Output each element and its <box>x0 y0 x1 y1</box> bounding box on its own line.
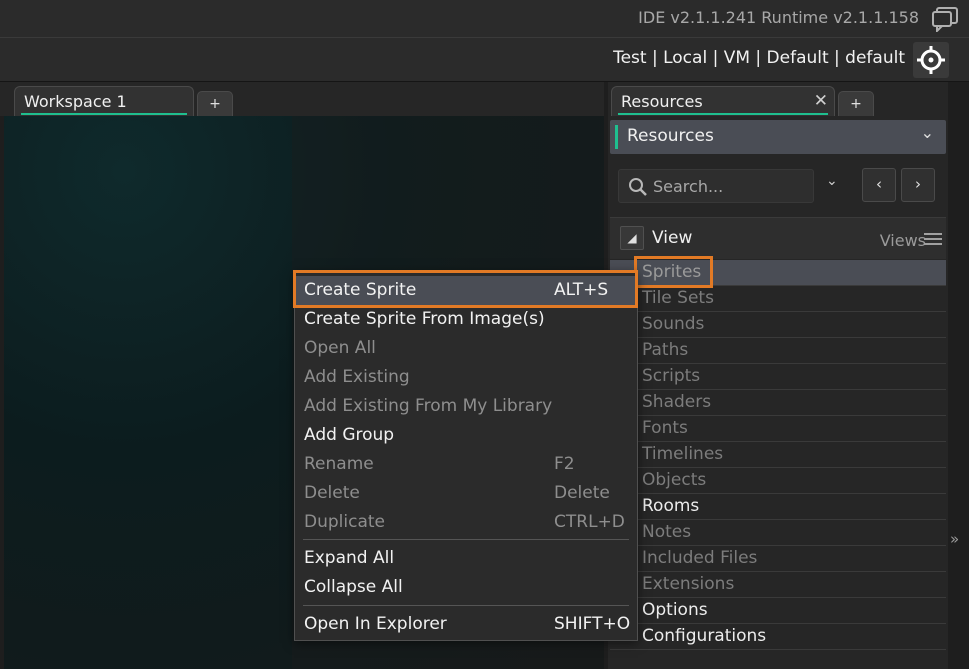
menu-item-label: Open All <box>304 338 376 358</box>
menu-item-shortcut: SHIFT+O <box>554 614 631 634</box>
menu-item-label: Duplicate <box>304 512 385 532</box>
add-workspace-tab-button[interactable]: + <box>197 91 233 116</box>
tree-item-timelines[interactable]: Timelines <box>610 442 946 468</box>
menu-item-label: Add Group <box>304 425 395 445</box>
tree-item-label: Sprites <box>642 262 702 282</box>
tree-item-tile-sets[interactable]: Tile Sets <box>610 286 946 312</box>
search-box <box>618 169 814 203</box>
menu-item-add-existing[interactable]: Add Existing <box>295 363 637 392</box>
tree-item-extensions[interactable]: Extensions <box>610 572 946 598</box>
dropdown-label: Resources <box>627 126 714 146</box>
search-icon <box>629 178 647 196</box>
tree-item-label: Rooms <box>642 496 700 516</box>
menu-item-rename[interactable]: Rename F2 <box>295 450 637 479</box>
version-label: IDE v2.1.1.241 Runtime v2.1.1.158 <box>638 8 919 27</box>
chevron-down-icon: ⌄ <box>920 123 934 142</box>
menu-separator <box>303 605 629 606</box>
menu-item-label: Create Sprite From Image(s) <box>304 309 545 329</box>
tree-item-label: Tile Sets <box>642 288 714 308</box>
tab-label: Workspace 1 <box>24 92 127 111</box>
tab-resources[interactable]: Resources ✕ <box>611 86 835 116</box>
tree-item-sprites[interactable]: Sprites <box>610 260 946 286</box>
tree-item-objects[interactable]: Objects <box>610 468 946 494</box>
target-selector[interactable]: Test | Local | VM | Default | default <box>613 48 905 68</box>
menu-item-label: Delete <box>304 483 360 503</box>
tab-workspace-1[interactable]: Workspace 1 <box>14 86 194 116</box>
views-menu[interactable]: Views <box>880 231 926 250</box>
tree-item-label: Included Files <box>642 548 758 568</box>
tree-item-scripts[interactable]: Scripts <box>610 364 946 390</box>
view-header: ◢ View Views <box>610 217 946 259</box>
tree-item-included-files[interactable]: Included Files <box>610 546 946 572</box>
search-input[interactable] <box>653 174 808 198</box>
tree-item-options[interactable]: ›Options <box>610 598 946 624</box>
tree-item-label: Timelines <box>642 444 724 464</box>
tree-item-label: Scripts <box>642 366 701 386</box>
hamburger-menu-icon[interactable] <box>924 233 944 247</box>
tree-item-label: Extensions <box>642 574 735 594</box>
tree-item-label: Notes <box>642 522 692 542</box>
tree-item-label: Options <box>642 600 708 620</box>
menu-item-open-in-explorer[interactable]: Open In Explorer SHIFT+O <box>295 610 637 639</box>
target-button[interactable] <box>913 42 949 78</box>
accent-bar <box>615 125 618 149</box>
menu-item-label: Add Existing From My Library <box>304 396 553 416</box>
active-tab-indicator <box>21 113 187 115</box>
menu-item-label: Add Existing <box>304 367 410 387</box>
close-icon[interactable]: ✕ <box>814 91 828 111</box>
tree-item-paths[interactable]: Paths <box>610 338 946 364</box>
tree-item-label: Sounds <box>642 314 705 334</box>
view-toggle-icon[interactable]: ◢ <box>620 226 644 250</box>
menu-item-create-sprite-from-images[interactable]: Create Sprite From Image(s) <box>295 305 637 334</box>
view-label: View <box>652 228 693 248</box>
next-result-button[interactable]: › <box>901 168 935 202</box>
menu-item-label: Create Sprite <box>304 280 417 300</box>
menu-item-duplicate[interactable]: Duplicate CTRL+D <box>295 508 637 537</box>
tab-label: Resources <box>621 92 703 111</box>
tree-item-label: Paths <box>642 340 689 360</box>
workspace-tab-strip: Workspace 1 + <box>0 82 604 116</box>
menu-item-shortcut: CTRL+D <box>554 512 625 532</box>
target-bar: Test | Local | VM | Default | default <box>0 38 969 82</box>
add-resources-tab-button[interactable]: + <box>838 91 874 116</box>
menu-item-add-existing-from-library[interactable]: Add Existing From My Library <box>295 392 637 421</box>
collapse-panel-icon[interactable]: » <box>950 530 959 548</box>
menu-item-label: Rename <box>304 454 374 474</box>
tree-item-label: Fonts <box>642 418 688 438</box>
menu-item-shortcut: ALT+S <box>554 280 609 300</box>
search-options-chevron-icon[interactable]: ⌄ <box>826 173 838 189</box>
menu-item-shortcut: F2 <box>554 454 575 474</box>
menu-item-collapse-all[interactable]: Collapse All <box>295 573 637 602</box>
menu-item-label: Open In Explorer <box>304 614 447 634</box>
resources-panel: Resources ✕ + Resources ⌄ ⌄ ‹ › ◢ View V… <box>608 82 948 669</box>
menu-item-shortcut: Delete <box>554 483 610 503</box>
tree-item-fonts[interactable]: Fonts <box>610 416 946 442</box>
tree-item-sounds[interactable]: Sounds <box>610 312 946 338</box>
resource-tree: Sprites Tile Sets Sounds Paths Scripts S… <box>610 260 946 650</box>
tree-item-label: Objects <box>642 470 707 490</box>
tree-item-rooms[interactable]: Rooms <box>610 494 946 520</box>
crosshair-target-icon <box>917 46 945 74</box>
menu-item-expand-all[interactable]: Expand All <box>295 544 637 573</box>
menu-item-create-sprite[interactable]: Create Sprite ALT+S <box>295 276 637 305</box>
resources-view-dropdown[interactable]: Resources ⌄ <box>610 120 946 154</box>
title-bar: IDE v2.1.1.241 Runtime v2.1.1.158 <box>0 0 969 38</box>
tree-item-configurations[interactable]: ›Configurations <box>610 624 946 650</box>
tree-item-shaders[interactable]: Shaders <box>610 390 946 416</box>
menu-item-label: Expand All <box>304 548 395 568</box>
menu-item-add-group[interactable]: Add Group <box>295 421 637 450</box>
tree-item-notes[interactable]: Notes <box>610 520 946 546</box>
menu-item-open-all[interactable]: Open All <box>295 334 637 363</box>
tree-item-label: Configurations <box>642 626 767 646</box>
menu-item-label: Collapse All <box>304 577 403 597</box>
tree-item-label: Shaders <box>642 392 712 412</box>
previous-result-button[interactable]: ‹ <box>862 168 896 202</box>
chat-bubble-icon[interactable] <box>931 6 959 32</box>
context-menu: Create Sprite ALT+S Create Sprite From I… <box>294 271 638 641</box>
menu-separator <box>303 539 629 540</box>
menu-item-delete[interactable]: Delete Delete <box>295 479 637 508</box>
active-tab-indicator <box>618 113 828 115</box>
